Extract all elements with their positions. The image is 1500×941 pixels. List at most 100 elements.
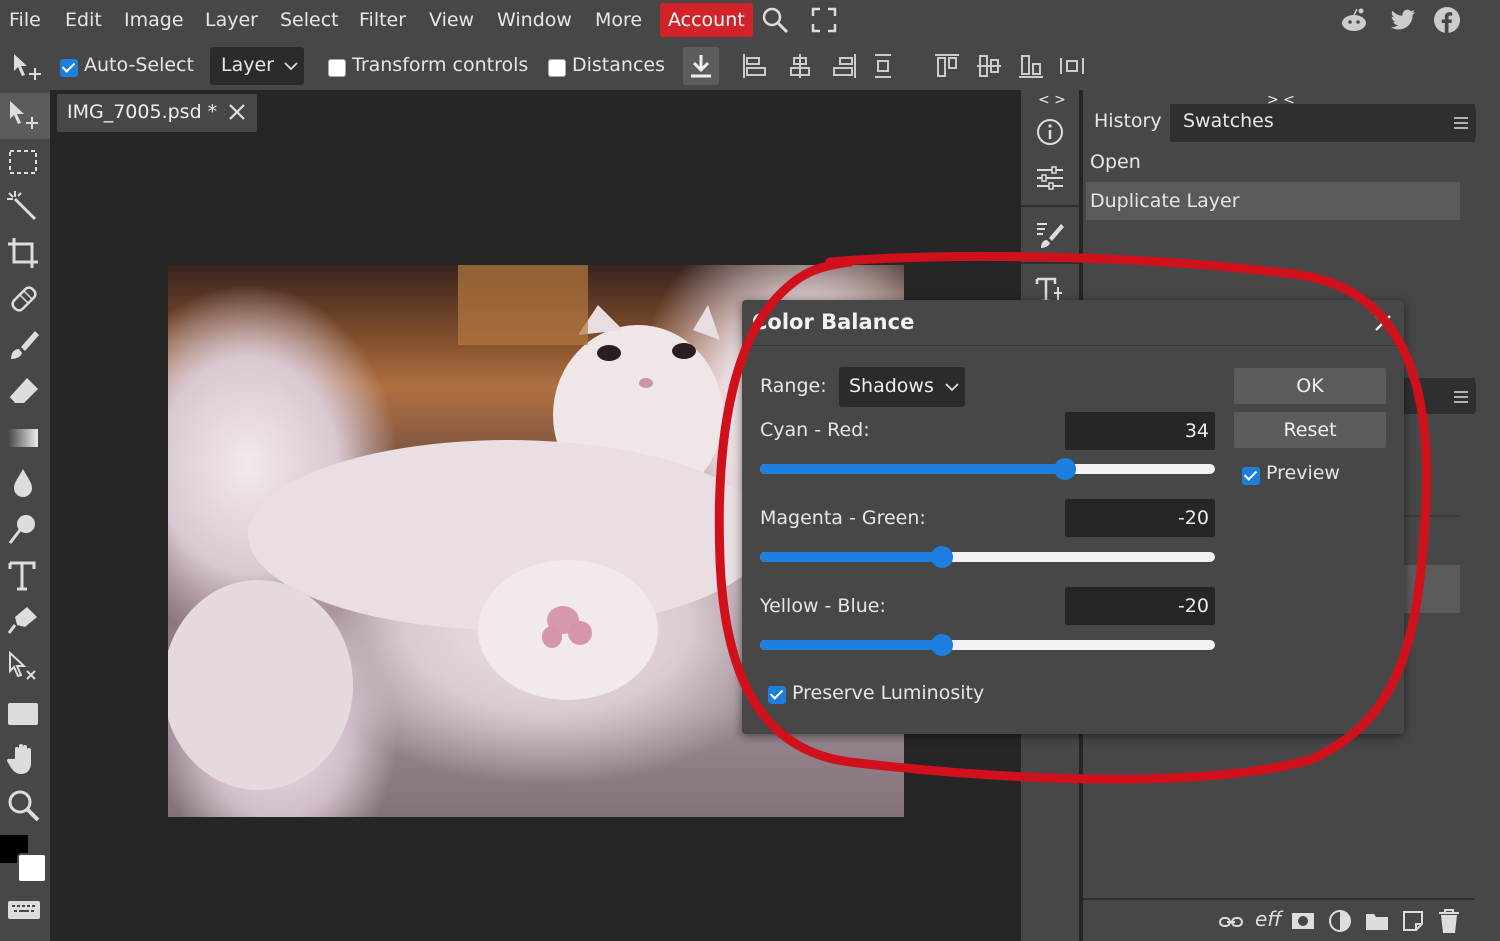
menu-file[interactable]: File [9, 0, 41, 40]
reddit-icon[interactable] [1340, 6, 1368, 34]
path-selection-tool-icon[interactable] [5, 649, 43, 687]
tab-swatches-label: Swatches [1183, 110, 1274, 132]
chevron-down-icon [284, 62, 298, 71]
link-icon[interactable] [1218, 912, 1244, 932]
auto-select-target-dropdown[interactable]: Layer [210, 47, 304, 85]
brush-settings-icon[interactable] [1035, 220, 1065, 250]
slider-thumb[interactable] [931, 546, 953, 568]
brush-tool-icon[interactable] [5, 327, 43, 365]
download-button[interactable] [683, 47, 719, 85]
document-tab[interactable]: IMG_7005.psd * [57, 94, 257, 132]
menu-select[interactable]: Select [280, 0, 339, 40]
background-color-swatch[interactable] [17, 853, 47, 883]
history-item-open[interactable]: Open [1086, 143, 1460, 181]
range-value: Shadows [849, 375, 934, 397]
menu-view[interactable]: View [429, 0, 474, 40]
twitter-icon[interactable] [1389, 6, 1417, 34]
transform-controls-checkbox[interactable] [328, 59, 346, 77]
facebook-icon[interactable] [1433, 6, 1461, 34]
dodge-tool-icon[interactable] [5, 511, 43, 549]
preview-label: Preview [1266, 462, 1340, 484]
panel-menu-button[interactable] [1446, 108, 1476, 138]
collapse-toggle-left[interactable]: < > [1038, 92, 1066, 108]
distribute-vertical-icon[interactable] [869, 52, 897, 80]
transform-controls-label: Transform controls [352, 54, 529, 76]
align-center-horizontal-icon[interactable] [786, 52, 814, 80]
align-bottom-icon[interactable] [1017, 52, 1045, 80]
effects-icon[interactable]: eff [1255, 907, 1282, 931]
slider-thumb[interactable] [931, 634, 953, 656]
range-dropdown[interactable]: Shadows [839, 367, 965, 407]
move-tool-icon[interactable] [10, 52, 44, 82]
blur-tool-icon[interactable] [5, 465, 43, 503]
info-icon[interactable] [1035, 117, 1065, 147]
mask-icon[interactable] [1291, 910, 1315, 932]
menu-edit[interactable]: Edit [65, 0, 102, 40]
align-left-icon[interactable] [741, 52, 769, 80]
cyan-red-slider[interactable] [760, 458, 1215, 480]
yellow-blue-input[interactable]: -20 [1065, 587, 1215, 625]
history-item-duplicate-layer[interactable]: Duplicate Layer [1086, 182, 1460, 220]
crop-tool-icon[interactable] [5, 235, 43, 273]
menu-image[interactable]: Image [124, 0, 184, 40]
align-top-icon[interactable] [933, 52, 961, 80]
adjustments-icon[interactable] [1035, 163, 1065, 193]
adjustment-layer-icon[interactable] [1328, 909, 1352, 933]
close-icon[interactable] [227, 102, 247, 122]
align-right-icon[interactable] [830, 52, 858, 80]
magic-wand-tool-icon[interactable] [5, 189, 43, 227]
align-middle-vertical-icon[interactable] [975, 52, 1003, 80]
yellow-blue-slider[interactable] [760, 634, 1215, 656]
new-layer-icon[interactable] [1401, 909, 1425, 933]
reset-button[interactable]: Reset [1234, 412, 1386, 448]
preserve-luminosity-label: Preserve Luminosity [792, 682, 985, 704]
healing-brush-tool-icon[interactable] [5, 281, 43, 319]
cyan-red-input[interactable]: 34 [1065, 412, 1215, 450]
close-icon[interactable] [1372, 312, 1394, 334]
shape-tool-icon[interactable] [5, 695, 43, 733]
distances-checkbox[interactable] [548, 59, 566, 77]
tools-panel [0, 90, 50, 941]
auto-select-label: Auto-Select [84, 54, 194, 76]
zoom-tool-icon[interactable] [5, 787, 43, 825]
ok-button[interactable]: OK [1234, 368, 1386, 404]
magenta-green-slider[interactable] [760, 546, 1215, 568]
type-tool-icon[interactable] [5, 557, 43, 595]
menu-account[interactable]: Account [660, 3, 753, 37]
trash-icon[interactable] [1437, 908, 1461, 934]
tab-history-label: History [1094, 110, 1162, 132]
slider-fill [760, 464, 1065, 474]
distribute-horizontal-icon[interactable] [1058, 52, 1086, 80]
distances-label: Distances [572, 54, 665, 76]
folder-icon[interactable] [1365, 910, 1389, 932]
download-icon [691, 55, 711, 78]
layers-footer: eff [1083, 898, 1475, 941]
hand-tool-icon[interactable] [5, 741, 43, 779]
move-tool-icon[interactable] [5, 97, 43, 135]
layer-select-value: Layer [221, 54, 274, 76]
tab-history[interactable]: History [1083, 104, 1170, 142]
keyboard-icon[interactable] [5, 891, 43, 929]
menu-filter[interactable]: Filter [359, 0, 406, 40]
layers-panel-menu-button[interactable] [1446, 382, 1476, 412]
icon-column-divider [1021, 262, 1079, 264]
pen-tool-icon[interactable] [5, 603, 43, 641]
preserve-luminosity-checkbox[interactable] [768, 686, 786, 704]
magenta-green-input[interactable]: -20 [1065, 499, 1215, 537]
menu-window[interactable]: Window [497, 0, 572, 40]
eraser-tool-icon[interactable] [5, 373, 43, 411]
gradient-tool-icon[interactable] [5, 419, 43, 457]
preview-checkbox[interactable] [1242, 467, 1260, 485]
menu-more[interactable]: More [595, 0, 642, 40]
search-icon[interactable] [761, 6, 789, 34]
marquee-tool-icon[interactable] [5, 143, 43, 181]
slider-thumb[interactable] [1054, 458, 1076, 480]
tab-swatches[interactable]: Swatches [1173, 104, 1274, 142]
menu-layer[interactable]: Layer [205, 0, 258, 40]
icon-column-divider [1021, 205, 1079, 207]
slider-fill [760, 552, 942, 562]
document-tab-label: IMG_7005.psd * [67, 101, 218, 123]
panel-tab-bar: History Swatches [1083, 104, 1475, 142]
fullscreen-icon[interactable] [810, 6, 838, 34]
auto-select-checkbox[interactable] [60, 59, 78, 77]
